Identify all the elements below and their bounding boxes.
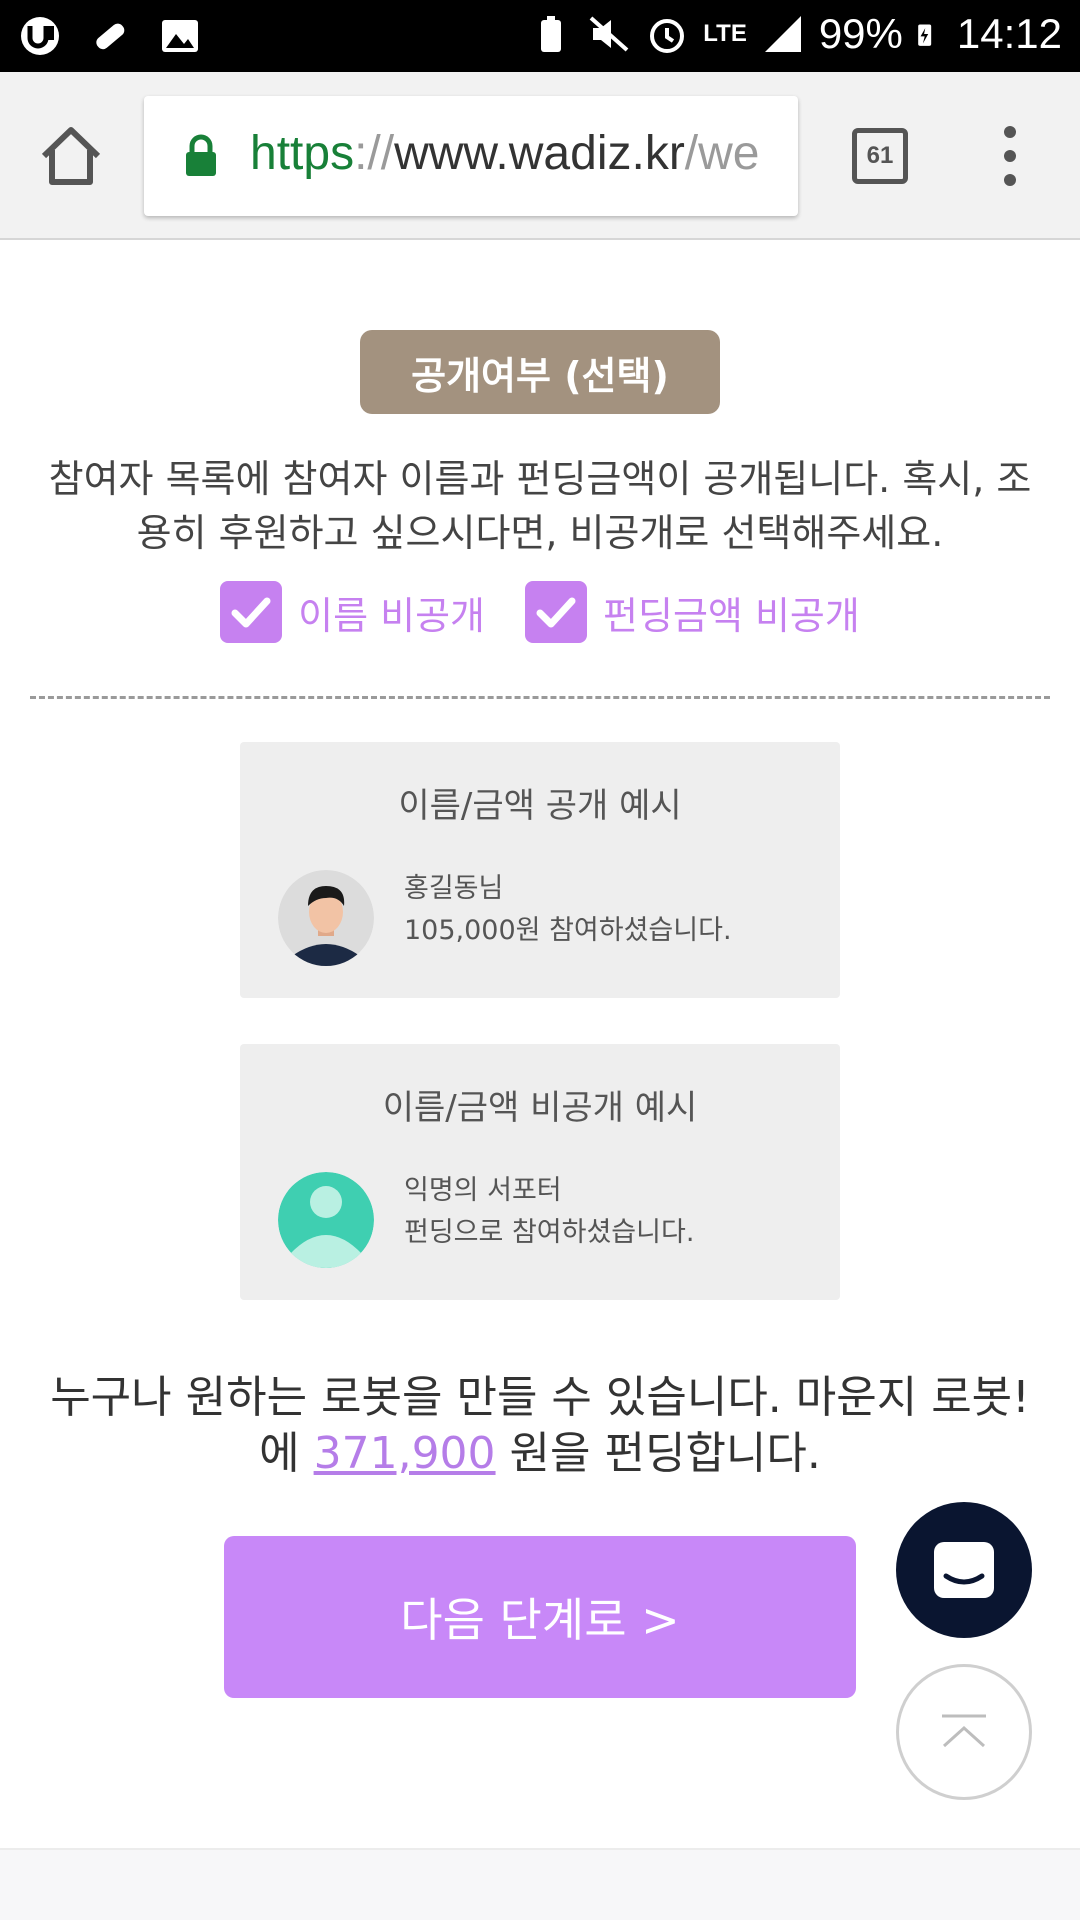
url-text[interactable]: https://www.wadiz.kr/we [250,126,760,181]
private-example-text: 익명의 서포터 펀딩으로 참여하셨습니다. [404,1170,694,1254]
public-example-card: 이름/금액 공개 예시 홍길동님 105,000원 참여하셨습니다. [240,742,840,998]
signal-icon [764,16,801,52]
name-private-checkbox[interactable] [220,581,283,643]
alarm-icon [650,19,685,53]
privacy-description: 참여자 목록에 참여자 이름과 펀딩금액이 공개됩니다. 혹시, 조용히 후원하… [48,457,1032,555]
lock-icon [186,134,216,176]
amount-private-label[interactable]: 펀딩금액 비공개 [603,585,860,640]
lte-indicator: LTE [703,20,747,47]
clock: 14:12 [956,10,1062,57]
checkmark-icon [536,597,576,628]
funding-amount-link[interactable]: 371,900 [314,1428,496,1479]
status-bar-right: LTE 99% 14:12 [529,10,1062,58]
url-scheme: https [250,127,355,180]
public-example-amount: 105,000원 참여하셨습니다. [404,915,732,946]
private-example-title: 이름/금액 비공개 예시 [382,1088,698,1128]
chat-button[interactable] [896,1502,1032,1638]
private-example-desc: 펀딩으로 참여하셨습니다. [404,1217,695,1248]
home-icon[interactable] [36,124,106,188]
next-step-button[interactable]: 다음 단계로 > [224,1536,856,1698]
tab-switcher-button[interactable]: 61 [852,128,908,184]
public-example-title: 이름/금액 공개 예시 [398,786,682,826]
privacy-options: 이름 비공개 펀딩금액 비공개 [0,580,1080,644]
bandage-icon [96,23,125,50]
u-plus-icon [21,17,59,55]
bottom-area [0,1848,1080,1920]
status-bar-left [18,14,202,58]
overflow-menu-icon[interactable] [996,126,1024,186]
battery-percent: 99% [818,10,903,57]
url-separator: :// [354,127,395,180]
next-step-label: 다음 단계로 > [400,1593,680,1647]
status-bar: LTE 99% 14:12 [0,0,1080,72]
address-bar[interactable]: https://www.wadiz.kr/we [144,96,798,216]
checkmark-icon [231,597,271,628]
battery-charging-icon [918,24,932,46]
funding-summary: 누구나 원하는 로봇을 만들 수 있습니다. 마운지 로봇!에 371,900 … [30,1370,1050,1482]
dashed-divider [30,696,1050,699]
avatar-man-icon [278,870,374,966]
mute-icon [589,16,629,52]
amount-private-checkbox[interactable] [525,581,588,643]
name-private-option[interactable]: 이름 비공개 [220,581,485,643]
private-example-card: 이름/금액 비공개 예시 익명의 서포터 펀딩으로 참여하셨습니다. [240,1044,840,1300]
scroll-to-top-button[interactable] [896,1664,1032,1800]
amount-private-option[interactable]: 펀딩금액 비공개 [525,581,860,643]
privacy-section-title: 공개여부 (선택) [360,330,720,414]
public-example-name: 홍길동님 [404,873,504,904]
url-host: www.wadiz.kr [394,127,685,180]
avatar-anonymous-icon [278,1172,374,1268]
arrow-up-icon [942,1714,986,1748]
image-icon [162,20,198,52]
tab-count: 61 [866,142,894,169]
name-private-label[interactable]: 이름 비공개 [298,585,485,640]
browser-toolbar: https://www.wadiz.kr/we 61 [0,72,1080,240]
public-example-text: 홍길동님 105,000원 참여하셨습니다. [404,868,732,952]
url-path: /we [684,127,760,180]
summary-suffix: 원을 펀딩합니다. [495,1428,821,1479]
private-example-name: 익명의 서포터 [404,1175,562,1206]
chat-icon [934,1542,994,1598]
battery-saver-icon [541,16,562,52]
